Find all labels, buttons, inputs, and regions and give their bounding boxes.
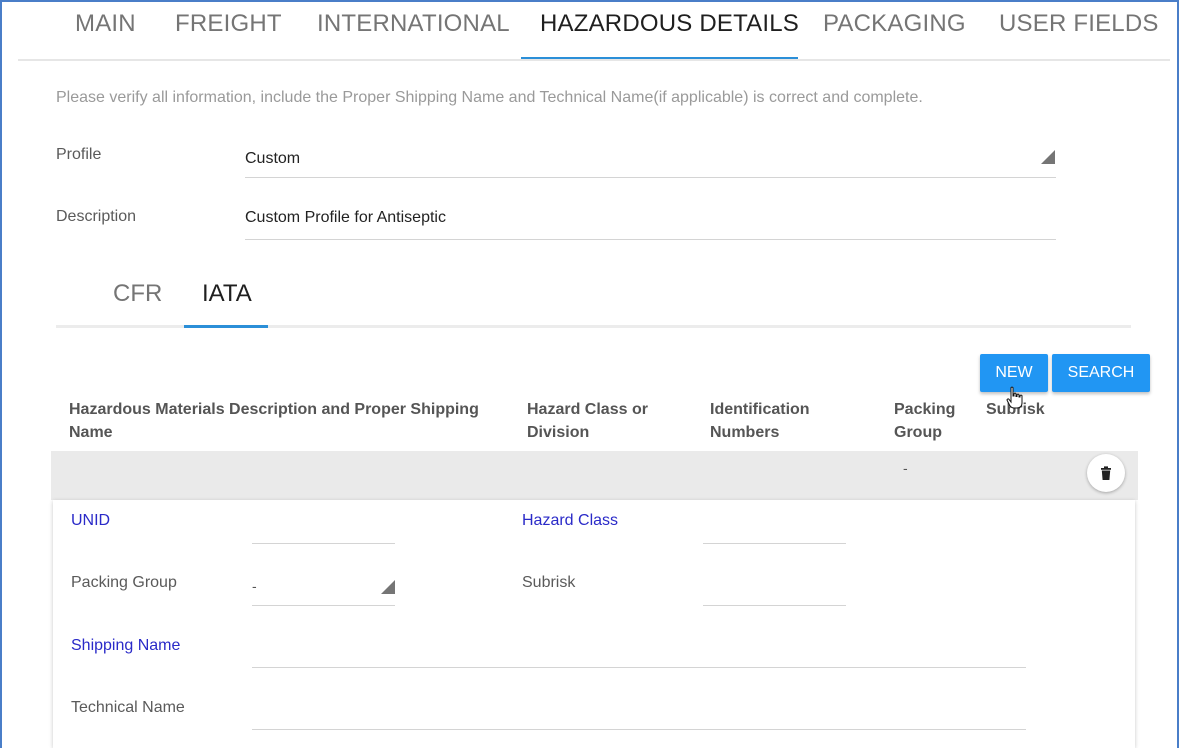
technical-name-label: Technical Name [71,699,185,716]
verification-notice: Please verify all information, include t… [56,89,923,106]
tab-international[interactable]: INTERNATIONAL [317,10,510,38]
table-row[interactable] [51,451,1138,500]
delete-row-button[interactable] [1087,454,1125,492]
hand-pointer-icon [1006,386,1023,409]
row-detail-panel: UNID Hazard Class Packing Group - Subris… [53,500,1135,748]
tab-cfr[interactable]: CFR [113,280,162,308]
tab-main[interactable]: MAIN [75,10,136,38]
row-packing-group: - [903,460,908,476]
profile-select[interactable]: Custom [245,150,300,168]
active-tab-indicator [521,57,798,59]
trash-icon [1101,466,1111,480]
subrisk-underline [703,605,846,606]
description-input[interactable]: Custom Profile for Antiseptic [245,209,446,227]
hazard-class-underline [703,543,846,544]
packing-group-select[interactable]: - [252,578,257,594]
column-header-packing-group: Packing Group [894,401,956,441]
dropdown-triangle-icon[interactable] [1041,150,1055,164]
unid-underline [252,543,395,544]
profile-underline [245,177,1056,178]
tab-user-fields[interactable]: USER FIELDS [999,10,1159,38]
column-header-hazard-class: Hazard Class or Division [527,401,648,441]
search-button[interactable]: SEARCH [1052,354,1150,392]
subrisk-label: Subrisk [522,574,576,591]
packing-group-underline [252,605,395,606]
tab-packaging[interactable]: PACKAGING [823,10,966,38]
shipping-name-label: Shipping Name [71,637,181,654]
shipping-name-underline [252,667,1026,668]
description-underline [245,239,1056,240]
hazard-class-label: Hazard Class [522,512,619,529]
top-tab-bar: MAIN FREIGHT INTERNATIONAL HAZARDOUS DET… [18,0,1170,61]
technical-name-underline [252,729,1026,730]
tab-freight[interactable]: FREIGHT [175,10,282,38]
packing-group-label: Packing Group [71,574,177,591]
dropdown-triangle-icon[interactable] [381,580,395,594]
unid-label: UNID [71,512,111,529]
tab-hazardous-details[interactable]: HAZARDOUS DETAILS [540,10,799,38]
active-sub-tab-indicator [184,325,268,328]
profile-label: Profile [56,146,102,163]
column-header-description: Hazardous Materials Description and Prop… [69,401,479,441]
description-label: Description [56,208,137,225]
tab-iata[interactable]: IATA [202,280,252,308]
column-header-identification: Identification Numbers [710,401,810,441]
